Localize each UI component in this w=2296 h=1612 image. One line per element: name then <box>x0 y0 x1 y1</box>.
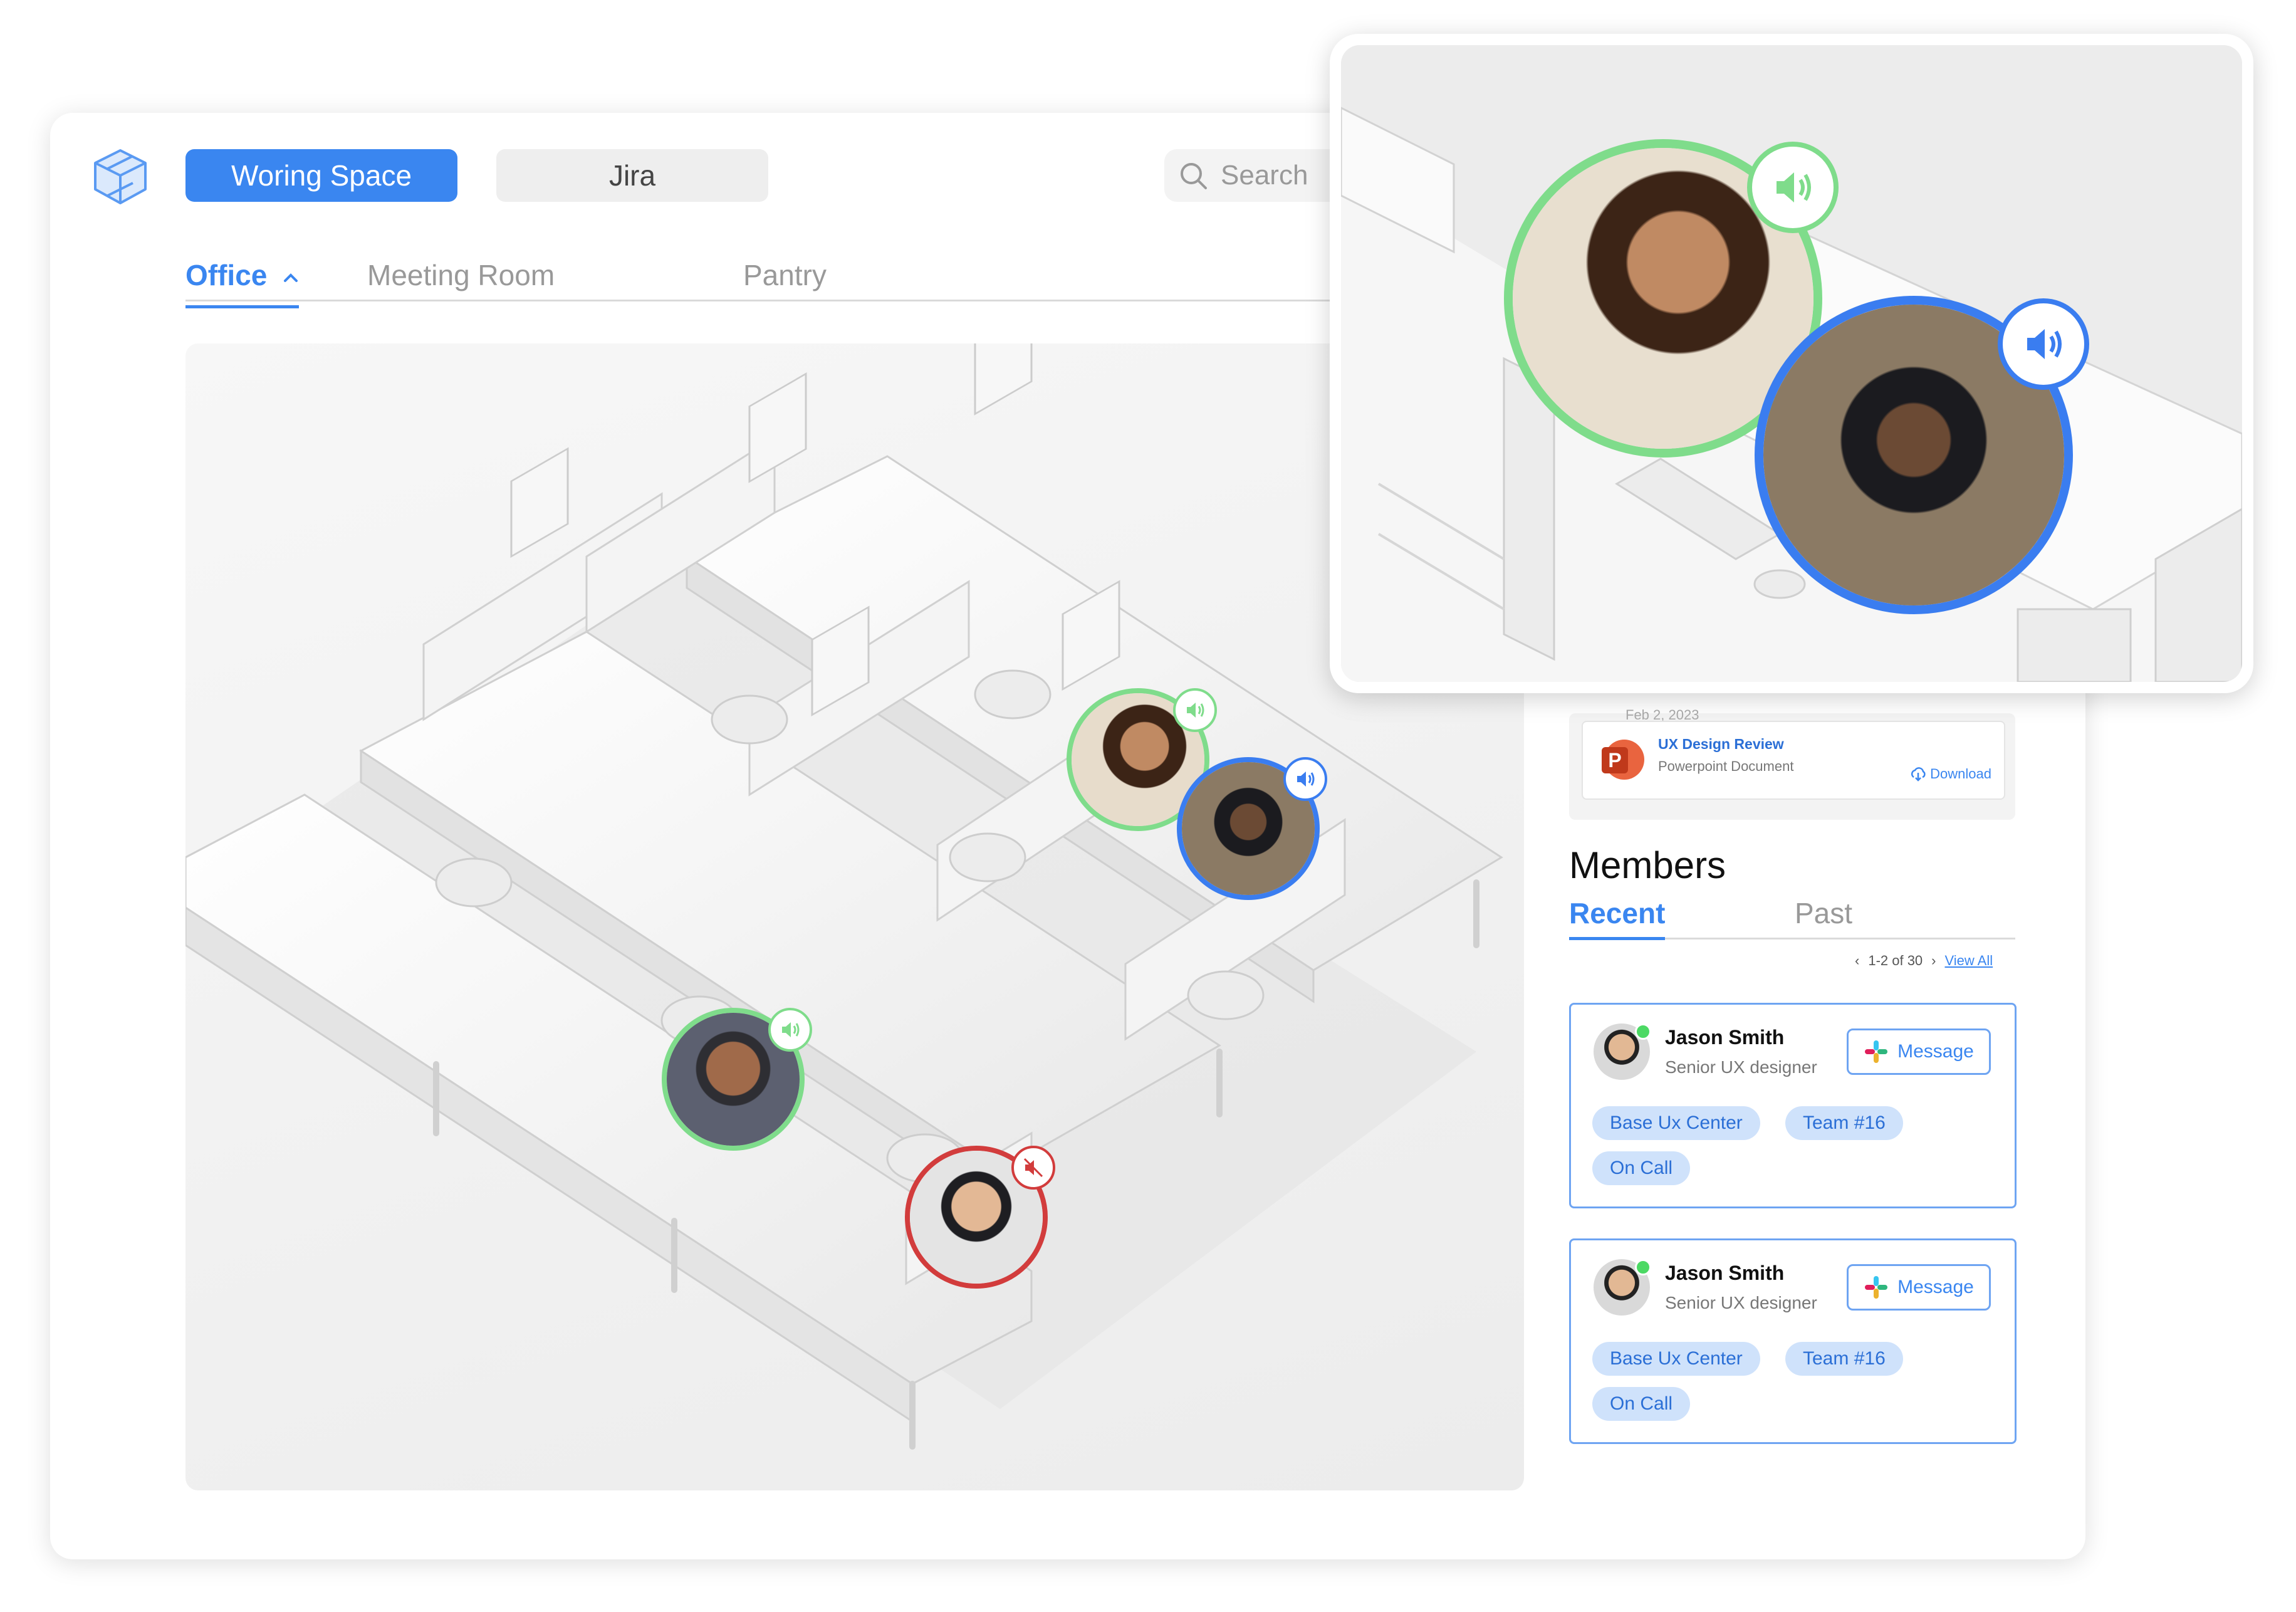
chevron-left-icon[interactable]: ‹ <box>1855 953 1859 969</box>
tag-on-call: On Call <box>1592 1387 1691 1421</box>
message-label: Message <box>1897 1041 1974 1062</box>
tag-on-call: On Call <box>1592 1151 1691 1185</box>
online-status-dot <box>1635 1259 1651 1275</box>
members-pager: ‹ 1-2 of 30 › View All <box>1855 953 1993 969</box>
tab-office[interactable]: Office <box>185 258 300 308</box>
office-desks-illustration <box>185 343 1503 1450</box>
tab-office-label: Office <box>185 259 268 291</box>
jira-button[interactable]: Jira <box>496 149 768 202</box>
view-all-link[interactable]: View All <box>1945 953 1993 969</box>
file-type: Powerpoint Document <box>1658 758 1794 774</box>
chevron-up-icon <box>284 273 298 282</box>
zoom-preview-card[interactable] <box>1330 34 2253 693</box>
tab-pantry[interactable]: Pantry <box>743 258 827 292</box>
message-button[interactable]: Message <box>1847 1264 1991 1311</box>
tag-team: Team #16 <box>1785 1342 1903 1376</box>
tab-recent[interactable]: Recent <box>1569 896 1666 940</box>
powerpoint-icon: P <box>1602 740 1644 780</box>
search-placeholder: Search <box>1221 160 1308 191</box>
working-space-button[interactable]: Woring Space <box>185 149 457 202</box>
volume-icon <box>1297 772 1315 787</box>
speaker-volume-badge <box>1173 688 1217 732</box>
member-name: Jason Smith <box>1665 1026 1785 1049</box>
slack-icon <box>1865 1276 1888 1299</box>
tag-team: Team #16 <box>1785 1106 1903 1140</box>
file-card[interactable]: P UX Design Review Powerpoint Document D… <box>1582 721 2005 800</box>
mute-icon <box>1023 1158 1043 1178</box>
member-card[interactable]: Jason Smith Senior UX designer Message B… <box>1569 1003 2017 1208</box>
office-map[interactable] <box>185 343 1524 1490</box>
zoom-speaker-avatar-masked[interactable] <box>1755 296 2089 614</box>
svg-text:P: P <box>1608 749 1621 772</box>
avatar <box>1594 1259 1651 1316</box>
volume-icon <box>782 1022 800 1037</box>
volume-icon <box>2027 329 2062 359</box>
tag-base-ux-center: Base Ux Center <box>1592 1106 1760 1140</box>
member-role: Senior UX designer <box>1665 1293 1817 1312</box>
speaker-volume-badge <box>768 1008 812 1052</box>
muted-badge <box>1011 1146 1055 1190</box>
members-title: Members <box>1569 844 1726 886</box>
speaker-volume-badge <box>1747 142 1839 233</box>
download-cloud-icon <box>1911 767 1926 782</box>
download-label: Download <box>1930 766 1991 782</box>
message-label: Message <box>1897 1277 1974 1297</box>
volume-icon <box>1187 703 1204 718</box>
tab-past[interactable]: Past <box>1795 896 1852 930</box>
file-title: UX Design Review <box>1658 736 1784 752</box>
member-card[interactable]: Jason Smith Senior UX designer Message B… <box>1569 1238 2017 1444</box>
member-role: Senior UX designer <box>1665 1057 1817 1077</box>
member-name: Jason Smith <box>1665 1262 1785 1284</box>
slack-icon <box>1865 1040 1888 1063</box>
download-button[interactable]: Download <box>1910 766 1991 782</box>
speaker-avatar-masked[interactable] <box>1177 757 1327 900</box>
room-tabs: Office Meeting Room Pantry <box>185 254 1376 308</box>
speaker-avatar-man-glasses[interactable] <box>662 1008 812 1151</box>
members-tabs: Recent Past <box>1569 896 2015 940</box>
search-icon <box>1181 163 1207 189</box>
app-logo-icon[interactable] <box>88 144 153 209</box>
zoom-preview-view <box>1341 45 2242 682</box>
tab-meeting-room[interactable]: Meeting Room <box>367 258 555 292</box>
speaker-volume-badge <box>1998 298 2089 390</box>
pager-count: 1-2 of 30 <box>1868 953 1923 968</box>
message-button[interactable]: Message <box>1847 1028 1991 1075</box>
tag-base-ux-center: Base Ux Center <box>1592 1342 1760 1376</box>
volume-icon <box>1777 172 1811 202</box>
chevron-right-icon[interactable]: › <box>1931 953 1936 969</box>
speaker-volume-badge <box>1283 757 1327 801</box>
shared-file-section: Feb 2, 2023 P UX Design Review Powerpoin… <box>1569 707 2015 820</box>
avatar <box>1594 1023 1651 1080</box>
online-status-dot <box>1635 1023 1651 1040</box>
muted-avatar-man[interactable] <box>905 1146 1055 1289</box>
